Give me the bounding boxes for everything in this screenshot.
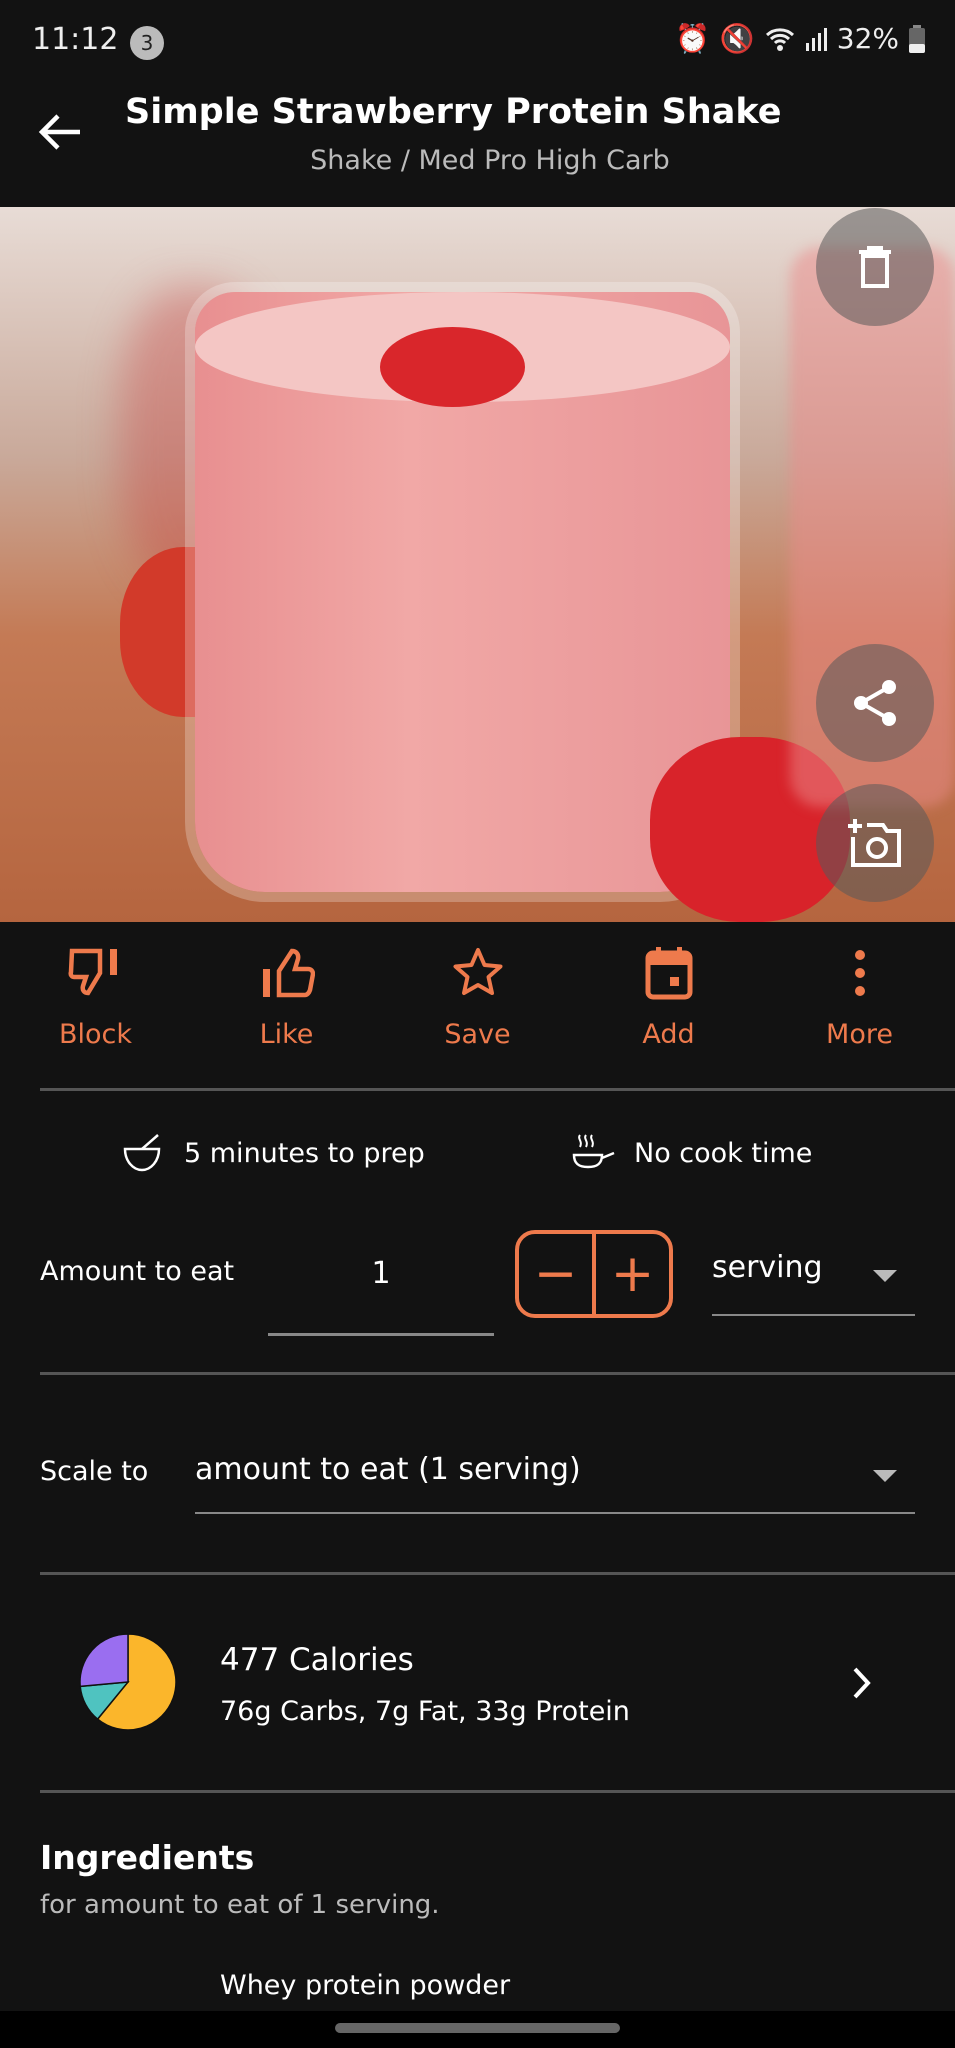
add-label: Add — [642, 1019, 695, 1050]
chevron-right-icon — [853, 1667, 871, 1699]
scale-value: amount to eat (1 serving) — [195, 1452, 581, 1487]
scale-dropdown[interactable]: amount to eat (1 serving) — [195, 1452, 915, 1514]
notification-badge: 3 — [130, 26, 164, 60]
unit-dropdown[interactable]: serving — [712, 1250, 915, 1316]
more-vert-icon — [854, 950, 865, 996]
quantity-stepper: − + — [515, 1230, 673, 1318]
status-icons: ⏰ 🔇 32% — [675, 22, 925, 55]
add-photo-button[interactable] — [816, 784, 934, 902]
status-bar: 11:12 3 ⏰ 🔇 32% — [0, 0, 955, 80]
unit-value: serving — [712, 1250, 823, 1285]
delete-icon — [859, 246, 891, 288]
thumbs-down-icon — [68, 948, 117, 996]
more-label: More — [826, 1019, 893, 1050]
ingredient-item[interactable]: Whey protein powder — [220, 1970, 510, 2001]
dropdown-arrow-icon — [873, 1270, 897, 1282]
cook-time-text: No cook time — [634, 1137, 813, 1169]
like-label: Like — [259, 1019, 314, 1050]
dropdown-arrow-icon — [873, 1470, 897, 1482]
nutrition-summary-row[interactable]: 477 Calories 76g Carbs, 7g Fat, 33g Prot… — [0, 1600, 955, 1770]
cook-time: No cook time — [572, 1133, 812, 1173]
wifi-icon — [765, 27, 794, 51]
divider — [40, 1790, 955, 1793]
calendar-icon — [645, 947, 692, 1000]
calories-text: 477 Calories — [220, 1642, 414, 1678]
add-photo-icon — [848, 819, 901, 867]
macros-text: 76g Carbs, 7g Fat, 33g Protein — [220, 1696, 630, 1727]
share-icon — [854, 680, 896, 726]
save-button[interactable]: Save — [382, 945, 573, 1050]
dropdown-underline — [712, 1314, 915, 1316]
save-label: Save — [444, 1019, 511, 1050]
decrement-button[interactable]: − — [519, 1234, 596, 1314]
ingredients-title: Ingredients — [40, 1838, 255, 1877]
scale-label: Scale to — [40, 1456, 149, 1487]
thumbs-up-icon — [262, 948, 315, 998]
like-button[interactable]: Like — [191, 945, 382, 1050]
macro-pie-chart — [79, 1633, 177, 1731]
page-title: Simple Strawberry Protein Shake — [125, 92, 782, 132]
divider — [40, 1088, 955, 1091]
add-button[interactable]: Add — [573, 945, 764, 1050]
mortar-bowl-icon — [123, 1134, 161, 1172]
battery-text: 32% — [836, 22, 899, 55]
amount-input[interactable]: 1 — [268, 1240, 494, 1336]
block-button[interactable]: Block — [0, 945, 191, 1050]
block-label: Block — [58, 1019, 133, 1050]
divider — [40, 1372, 955, 1375]
more-button[interactable]: More — [764, 945, 955, 1050]
prep-time: 5 minutes to prep — [122, 1133, 425, 1173]
recipe-image — [0, 207, 955, 922]
dropdown-underline — [195, 1512, 915, 1514]
divider — [40, 1572, 955, 1575]
cooking-pan-icon — [572, 1134, 615, 1169]
alarm-icon: ⏰ — [675, 22, 710, 55]
status-time: 11:12 — [32, 22, 119, 57]
mute-icon: 🔇 — [719, 22, 755, 55]
home-gesture-handle[interactable] — [335, 2023, 620, 2033]
pie-slice-protein — [79, 1633, 129, 1688]
amount-label: Amount to eat — [40, 1256, 235, 1287]
prep-time-text: 5 minutes to prep — [184, 1137, 425, 1169]
action-bar: Block Like Save Add More — [0, 945, 955, 1050]
share-button[interactable] — [816, 644, 934, 762]
amount-value: 1 — [371, 1256, 391, 1291]
delete-button[interactable] — [816, 208, 934, 326]
battery-icon — [909, 24, 925, 53]
star-icon — [453, 948, 502, 995]
input-underline — [268, 1333, 494, 1336]
increment-button[interactable]: + — [596, 1234, 669, 1314]
page-subtitle: Shake / Med Pro High Carb — [310, 145, 670, 176]
signal-icon — [805, 27, 827, 51]
ingredients-subtitle: for amount to eat of 1 serving. — [40, 1890, 440, 1920]
